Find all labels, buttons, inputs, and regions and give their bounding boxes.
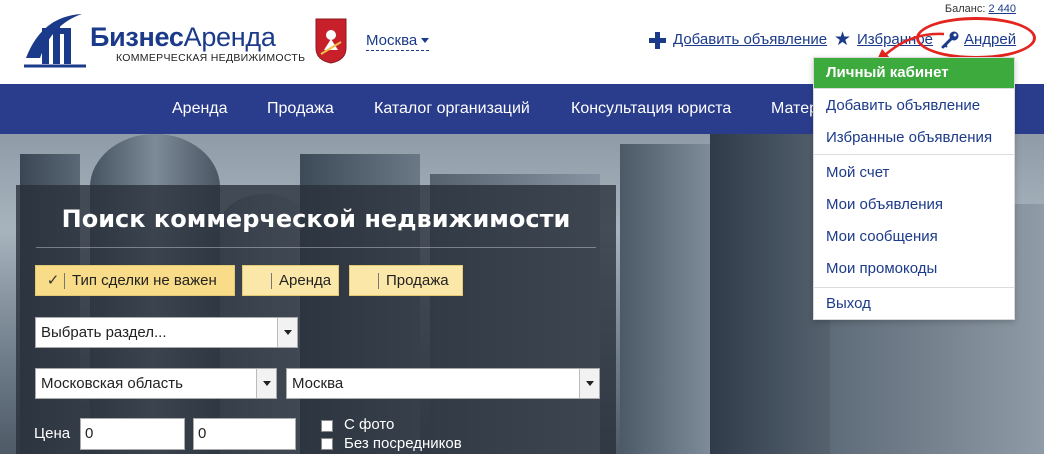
section-select[interactable]: Выбрать раздел... [35, 317, 298, 348]
divider [814, 287, 1014, 288]
deal-type-any-button[interactable]: ✓ Тип сделки не важен [35, 265, 235, 296]
star-icon[interactable]: ★ [834, 30, 853, 49]
nav-item-catalog[interactable]: Каталог организаций [374, 84, 530, 134]
menu-item-logout[interactable]: Выход [814, 289, 1014, 319]
nav-item-rent[interactable]: Аренда [172, 84, 228, 134]
logo-mark-icon [24, 14, 86, 68]
check-icon: ✓ [46, 272, 60, 289]
site-logo[interactable]: БизнесАренда КОММЕРЧЕСКАЯ НЕДВИЖИМОСТЬ [22, 10, 305, 68]
menu-item-messages[interactable]: Мои сообщения [814, 222, 1014, 252]
nav-item-lawyer[interactable]: Консультация юриста [571, 84, 731, 134]
deal-type-sale-button[interactable]: Продажа [349, 265, 463, 296]
menu-item-promocodes[interactable]: Мои промокоды [814, 254, 1014, 284]
logo-title: БизнесАренда [90, 22, 276, 52]
add-ad-link[interactable]: Добавить объявление [673, 31, 827, 48]
divider [814, 88, 1014, 89]
menu-item-favorites[interactable]: Избранные объявления [814, 123, 1014, 153]
no-agents-label: Без посредников [344, 435, 462, 452]
menu-item-add-ad[interactable]: Добавить объявление [814, 91, 1014, 121]
divider [64, 273, 65, 289]
price-label: Цена [34, 425, 71, 442]
menu-item-my-ads[interactable]: Мои объявления [814, 190, 1014, 220]
building [620, 144, 710, 454]
balance-link[interactable]: 2 440 [988, 3, 1016, 15]
user-dropdown-menu: Личный кабинет Добавить объявление Избра… [813, 57, 1015, 320]
menu-item-cabinet[interactable]: Личный кабинет [814, 58, 1014, 88]
region-select[interactable]: Московская область [35, 368, 277, 399]
logo-subtitle: КОММЕРЧЕСКАЯ НЕДВИЖИМОСТЬ [116, 52, 306, 64]
price-to-input[interactable]: 0 [193, 418, 296, 450]
nav-item-sale[interactable]: Продажа [267, 84, 334, 134]
menu-item-account[interactable]: Мой счет [814, 158, 1014, 188]
price-from-input[interactable]: 0 [80, 418, 185, 450]
building [710, 134, 830, 454]
balance-info: Баланс: 2 440 [944, 3, 1016, 15]
divider [271, 273, 272, 289]
chevron-down-icon [421, 38, 430, 43]
with-photo-label: С фото [344, 416, 395, 433]
city-select[interactable]: Москва [286, 368, 600, 399]
plus-icon[interactable] [649, 32, 666, 49]
chevron-down-icon [256, 369, 276, 398]
city-selector[interactable]: Москва [366, 32, 430, 51]
divider [378, 273, 379, 289]
chevron-down-icon [277, 318, 297, 347]
search-panel: Поиск коммерческой недвижимости ✓ Тип сд… [16, 185, 616, 454]
search-title: Поиск коммерческой недвижимости [61, 205, 571, 233]
divider [814, 154, 1014, 155]
deal-type-rent-button[interactable]: Аренда [242, 265, 339, 296]
divider [36, 247, 596, 248]
no-agents-checkbox[interactable] [321, 438, 333, 450]
chevron-down-icon [579, 369, 599, 398]
with-photo-checkbox[interactable] [321, 420, 333, 432]
moscow-coat-of-arms-icon [315, 18, 347, 64]
